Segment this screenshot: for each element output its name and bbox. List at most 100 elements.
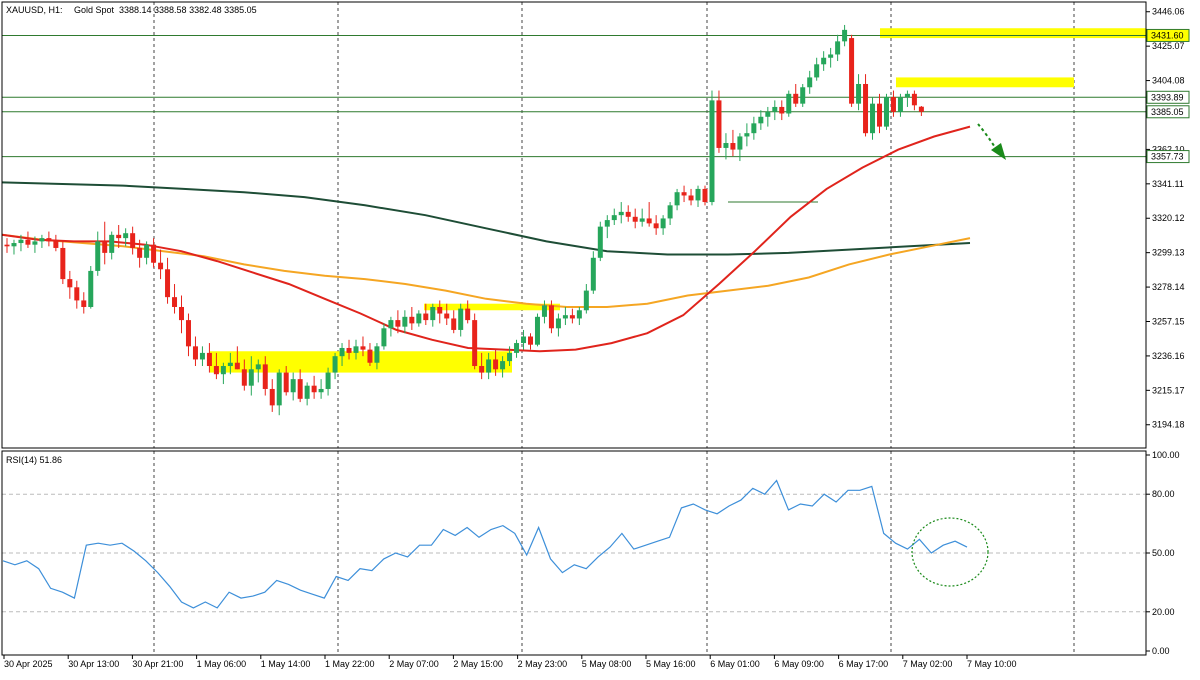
candle-body bbox=[297, 379, 303, 399]
candle-body bbox=[430, 306, 436, 321]
candle-body bbox=[213, 366, 219, 375]
candle-body bbox=[283, 372, 289, 393]
price-tick-label: 3278.14 bbox=[1152, 282, 1185, 292]
candle-body bbox=[360, 346, 366, 350]
candle-body bbox=[318, 388, 324, 393]
candle-body bbox=[339, 347, 345, 357]
symbol-label: XAUUSD, H1: bbox=[6, 5, 63, 15]
candle-body bbox=[116, 234, 122, 239]
candle-body bbox=[534, 316, 540, 345]
price-tick-label: 3425.07 bbox=[1152, 41, 1185, 51]
candle-body bbox=[227, 362, 233, 367]
candle-body bbox=[67, 279, 73, 288]
candle-body bbox=[507, 352, 513, 362]
time-tick-label: 30 Apr 21:00 bbox=[132, 659, 183, 669]
candle-body bbox=[304, 385, 310, 399]
candle-body bbox=[234, 362, 240, 370]
candle[interactable] bbox=[472, 313, 478, 370]
candle-body bbox=[548, 305, 554, 329]
time-tick-label: 2 May 23:00 bbox=[518, 659, 568, 669]
candle-body bbox=[381, 328, 387, 347]
candle-body bbox=[590, 257, 596, 291]
candle-body bbox=[514, 343, 520, 353]
candle-body bbox=[716, 100, 722, 148]
candle[interactable] bbox=[597, 221, 603, 262]
rsi-tick-label: 20.00 bbox=[1152, 607, 1175, 617]
time-tick-label: 30 Apr 13:00 bbox=[68, 659, 119, 669]
level-price-label: 3393.89 bbox=[1151, 92, 1184, 102]
candle-body bbox=[500, 361, 506, 370]
candle-body bbox=[144, 244, 150, 258]
candle-body bbox=[541, 305, 547, 317]
candle-body bbox=[18, 239, 24, 244]
candle-body bbox=[737, 136, 743, 150]
candle-body bbox=[877, 103, 882, 127]
candle-body bbox=[793, 93, 799, 104]
time-tick-label: 2 May 07:00 bbox=[389, 659, 439, 669]
candle-body bbox=[576, 310, 582, 319]
candle-body bbox=[220, 366, 226, 375]
candle-body bbox=[409, 316, 415, 324]
candle-body bbox=[709, 100, 715, 203]
candle[interactable] bbox=[786, 90, 792, 117]
time-tick-label: 5 May 08:00 bbox=[582, 659, 632, 669]
candle-body bbox=[60, 247, 66, 280]
candle-body bbox=[4, 244, 10, 247]
chart-canvas: 3446.063425.073404.083362.103341.113320.… bbox=[0, 0, 1200, 675]
time-tick-label: 6 May 17:00 bbox=[839, 659, 889, 669]
candle-body bbox=[332, 356, 338, 373]
candle-body bbox=[904, 93, 910, 98]
page-background bbox=[0, 0, 1200, 675]
candle-body bbox=[583, 290, 589, 311]
candle[interactable] bbox=[800, 83, 806, 107]
candle[interactable] bbox=[883, 93, 889, 130]
candle-body bbox=[765, 111, 771, 117]
price-tick-label: 3446.06 bbox=[1152, 7, 1185, 17]
candle-body bbox=[325, 372, 331, 389]
candle-body bbox=[639, 218, 645, 222]
candle[interactable] bbox=[849, 34, 855, 107]
candle-body bbox=[192, 346, 198, 360]
candle-body bbox=[918, 106, 924, 112]
candle[interactable] bbox=[534, 313, 540, 347]
candle-body bbox=[569, 315, 575, 319]
candle-body bbox=[11, 243, 17, 247]
candle-body bbox=[744, 133, 750, 137]
candle-body bbox=[206, 352, 212, 367]
candle-body bbox=[555, 318, 561, 329]
candle-body bbox=[821, 57, 827, 65]
time-tick-label: 30 Apr 2025 bbox=[4, 659, 53, 669]
chart-area[interactable]: 3446.06 3425.07 3404.08 3362.10 3341.11 3320.… bbox=[0, 0, 1200, 675]
candle-body bbox=[890, 97, 896, 112]
candle-body bbox=[276, 372, 282, 406]
rsi-tick-label: 50.00 bbox=[1152, 548, 1175, 558]
price-tick-label: 3404.08 bbox=[1152, 76, 1185, 86]
highlight-zone bbox=[880, 28, 1146, 39]
candle-body bbox=[849, 38, 855, 104]
candle-body bbox=[137, 247, 143, 258]
rsi-tick-label: 80.00 bbox=[1152, 489, 1175, 499]
candle-body bbox=[248, 369, 254, 386]
candle-body bbox=[367, 349, 373, 363]
candle-body bbox=[521, 336, 527, 344]
candle-body bbox=[158, 262, 164, 270]
candle[interactable] bbox=[709, 90, 715, 206]
candle-body bbox=[465, 308, 471, 321]
candle-body bbox=[451, 318, 457, 330]
candle[interactable] bbox=[88, 265, 94, 309]
candle-body bbox=[472, 320, 478, 367]
candle-body bbox=[53, 241, 59, 248]
rsi-tick-label: 100.00 bbox=[1152, 450, 1180, 460]
candle-body bbox=[374, 346, 380, 363]
candle[interactable] bbox=[548, 300, 554, 334]
candle-body bbox=[667, 205, 673, 219]
price-tick-label: 3320.12 bbox=[1152, 213, 1185, 223]
candle-body bbox=[185, 320, 191, 347]
candle-body bbox=[437, 306, 443, 314]
candle-body bbox=[618, 211, 624, 216]
candle-body bbox=[702, 188, 708, 203]
candle-body bbox=[458, 308, 464, 330]
candle-body bbox=[528, 336, 533, 345]
candle-body bbox=[151, 244, 157, 263]
candle-body bbox=[646, 218, 652, 224]
